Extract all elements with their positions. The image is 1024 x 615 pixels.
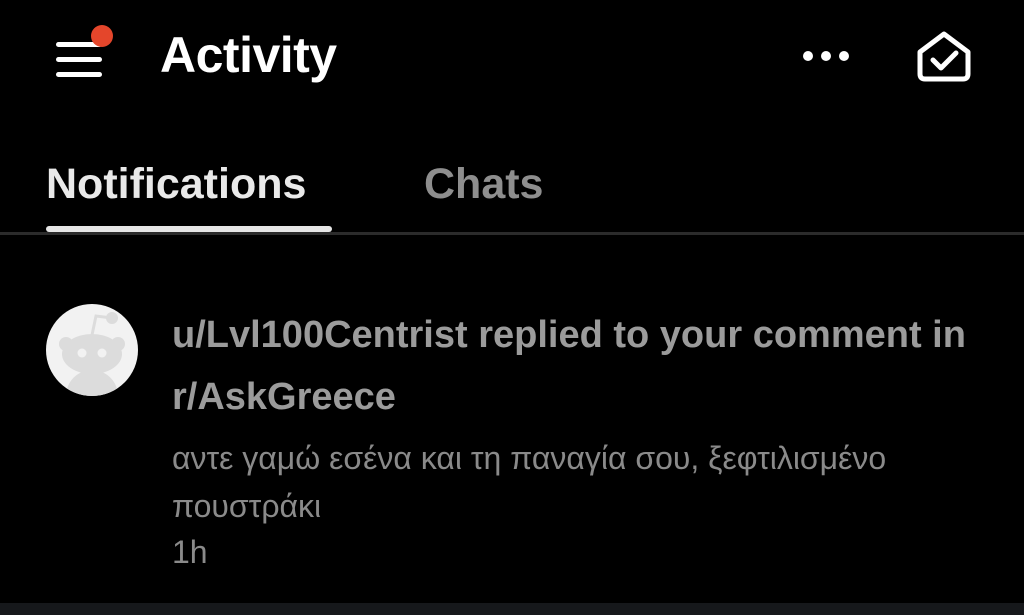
avatar[interactable]	[46, 304, 138, 396]
more-options-button[interactable]	[792, 28, 860, 84]
tab-divider	[0, 232, 1024, 235]
more-dots-icon	[803, 51, 849, 61]
page-title: Activity	[160, 27, 337, 83]
menu-button[interactable]	[44, 22, 124, 92]
tab-notifications[interactable]: Notifications	[46, 154, 306, 214]
reddit-snoo-avatar-icon	[46, 304, 138, 396]
notification-body: αντε γαμώ εσένα και τη παναγία σου, ξεφτ…	[172, 440, 887, 524]
tab-chats[interactable]: Chats	[424, 154, 543, 214]
tab-bar: Notifications Chats	[0, 140, 1024, 235]
notification-content: u/Lvl100Centrist replied to your comment…	[172, 304, 992, 574]
mark-all-read-button[interactable]	[906, 22, 982, 92]
hamburger-menu-icon	[56, 25, 113, 77]
notification-title: u/Lvl100Centrist replied to your comment…	[172, 314, 966, 418]
notification-item[interactable]: u/Lvl100Centrist replied to your comment…	[0, 270, 1024, 590]
app-bar: Activity	[0, 0, 1024, 115]
notification-badge	[91, 25, 113, 47]
mark-read-icon	[917, 31, 971, 82]
next-item-edge	[0, 603, 1024, 615]
notification-timestamp: 1h	[172, 534, 208, 570]
